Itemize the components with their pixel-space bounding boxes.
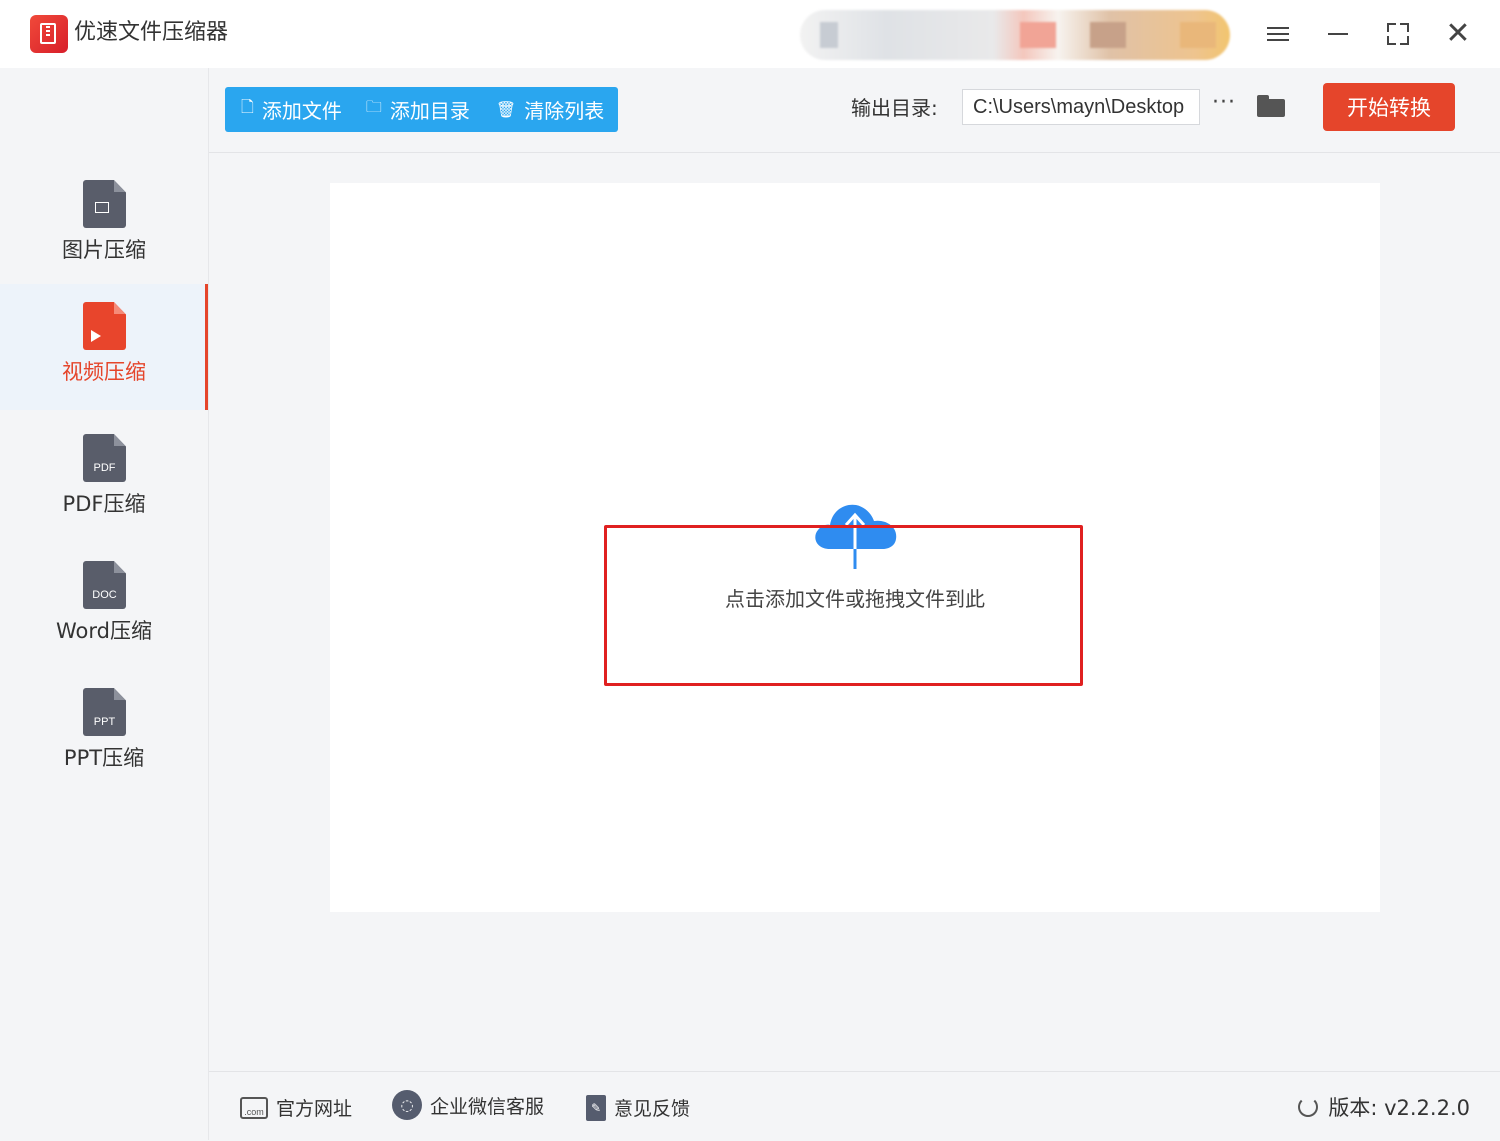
clear-list-button[interactable]: 🗑 清除列表 xyxy=(470,87,604,132)
footer: .com 官方网址 ◌ 企业微信客服 ✎ 意见反馈 版本: v2.2.2.0 xyxy=(209,1071,1500,1141)
sidebar-item-ppt-compress[interactable]: PPT PPT压缩 xyxy=(0,670,208,796)
toolbar: 🗋 添加文件 🗀 添加目录 🗑 清除列表 输出目录: C:\Users\mayn\De… xyxy=(209,68,1500,153)
sidebar-item-label: PDF压缩 xyxy=(62,492,146,516)
app-logo-icon xyxy=(30,15,68,53)
add-directory-button[interactable]: 🗀 添加目录 xyxy=(342,87,470,132)
more-options-button[interactable]: ··· xyxy=(1212,90,1236,115)
refresh-icon xyxy=(1298,1097,1319,1117)
title-bar: 优速文件压缩器 ✕ xyxy=(0,0,1500,68)
menu-icon[interactable] xyxy=(1258,14,1298,54)
feedback-icon: ✎ xyxy=(586,1094,606,1121)
pdf-file-icon: PDF xyxy=(83,434,126,482)
image-file-icon xyxy=(83,180,126,228)
sidebar-item-image-compress[interactable]: 图片压缩 xyxy=(0,162,208,288)
sidebar-item-pdf-compress[interactable]: PDF PDF压缩 xyxy=(0,416,208,542)
file-icon: 🗋 xyxy=(241,97,254,116)
folder-outline-icon: 🗀 xyxy=(365,97,382,116)
video-file-icon xyxy=(83,302,126,350)
file-button-group: 🗋 添加文件 🗀 添加目录 🗑 清除列表 xyxy=(225,87,618,132)
sidebar-item-label: 视频压缩 xyxy=(62,360,146,384)
feedback-link[interactable]: ✎ 意见反馈 xyxy=(586,1094,690,1121)
sidebar-item-label: PPT压缩 xyxy=(63,746,145,770)
version-info[interactable]: 版本: v2.2.2.0 xyxy=(1298,1092,1470,1122)
chat-icon: ◌ xyxy=(392,1090,422,1120)
ppt-file-icon: PPT xyxy=(83,688,126,736)
trash-icon: 🗑 xyxy=(495,100,517,119)
maximize-icon[interactable] xyxy=(1378,14,1418,54)
sidebar-item-video-compress[interactable]: 视频压缩 xyxy=(0,284,208,410)
website-link[interactable]: .com 官方网址 xyxy=(240,1094,352,1121)
sidebar-item-word-compress[interactable]: DOC Word压缩 xyxy=(0,543,208,669)
add-file-button[interactable]: 🗋 添加文件 xyxy=(225,87,342,132)
doc-file-icon: DOC xyxy=(83,561,126,609)
sidebar: 图片压缩 视频压缩 PDF PDF压缩 DOC Word压缩 PPT PPT压缩 xyxy=(0,68,209,1140)
highlight-annotation-box xyxy=(604,525,1083,686)
close-icon[interactable]: ✕ xyxy=(1438,14,1478,54)
start-convert-button[interactable]: 开始转换 xyxy=(1323,83,1455,131)
minimize-icon[interactable] xyxy=(1318,14,1358,54)
app-title: 优速文件压缩器 xyxy=(74,20,229,45)
sidebar-item-label: Word压缩 xyxy=(56,619,152,643)
user-account-area[interactable] xyxy=(800,10,1230,60)
sidebar-item-label: 图片压缩 xyxy=(62,238,146,262)
open-folder-icon[interactable] xyxy=(1257,95,1285,117)
output-dir-input[interactable]: C:\Users\mayn\Desktop xyxy=(962,89,1200,125)
website-icon: .com xyxy=(240,1096,268,1119)
wechat-service-link[interactable]: ◌ 企业微信客服 xyxy=(392,1090,544,1120)
output-dir-label: 输出目录: xyxy=(851,96,938,120)
